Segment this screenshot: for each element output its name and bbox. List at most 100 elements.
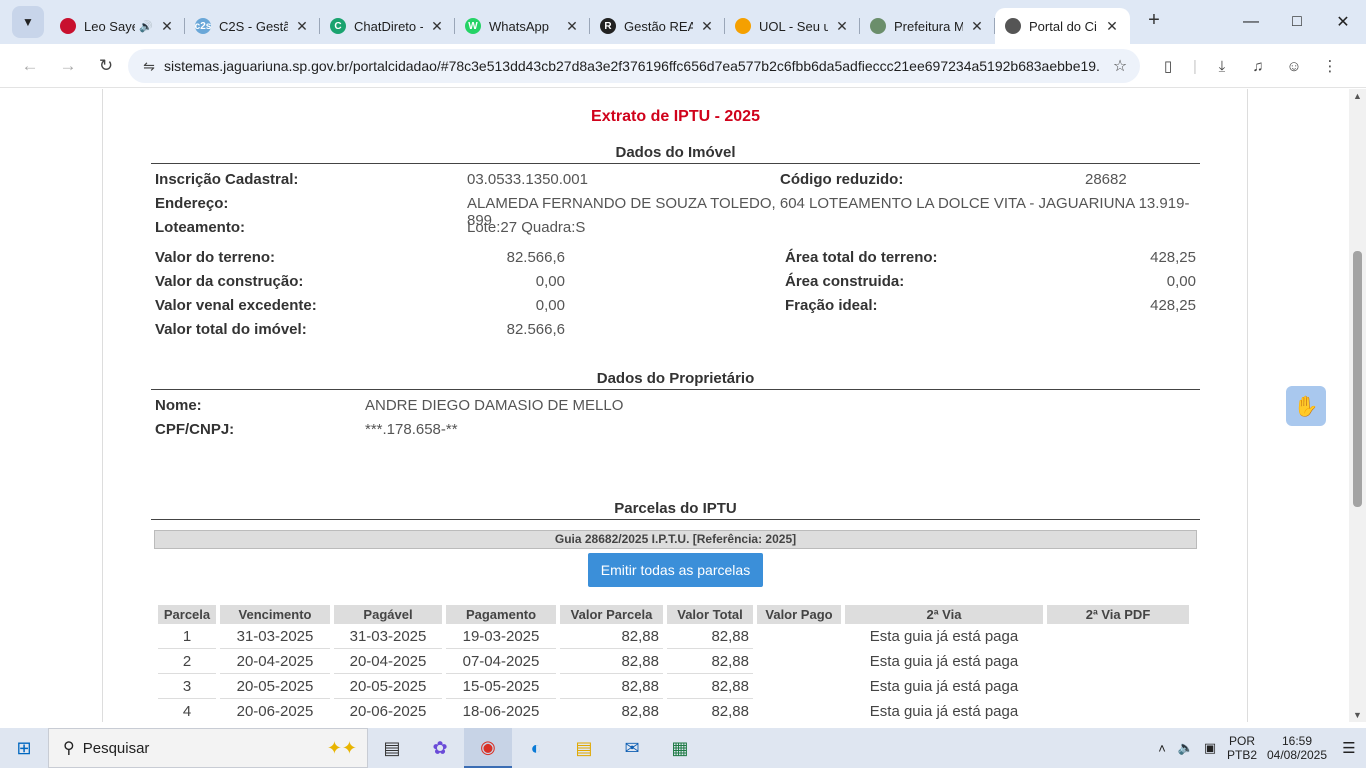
notification-icon[interactable]: ☰	[1332, 739, 1366, 757]
profile-icon[interactable]: ☺	[1276, 48, 1312, 84]
volume-icon[interactable]: 🔈	[1174, 740, 1198, 756]
taskbar-apps: ▤ ✿ ◉ ◐ ▤ ✉ ▦	[368, 728, 704, 768]
page-title: Extrato de IPTU - 2025	[591, 108, 760, 125]
tab-title: Leo Saye	[84, 18, 136, 34]
language-indicator[interactable]: POR PTB2	[1222, 734, 1262, 762]
tab-search-button[interactable]: ▼	[12, 6, 44, 38]
tab-close-icon[interactable]: ✕	[564, 18, 580, 35]
download-icon[interactable]: ⤓	[1204, 48, 1240, 84]
maximize-button[interactable]: □	[1274, 0, 1320, 44]
table-header-cell: 2ª Via	[845, 605, 1043, 624]
area-terreno-label: Área total do terreno:	[785, 249, 938, 266]
cell-valor-parcela: 82,88	[560, 624, 663, 649]
tab-close-icon[interactable]: ✕	[699, 18, 715, 35]
accessibility-hand-icon[interactable]: ✋	[1286, 386, 1326, 426]
scroll-up-icon[interactable]: ▲	[1353, 91, 1362, 101]
cpf-label: CPF/CNPJ:	[155, 421, 235, 438]
browser-tab[interactable]: R Gestão REAL ✕	[590, 8, 725, 44]
cell-pagavel: 31-03-2025	[334, 624, 442, 649]
minimize-button[interactable]: —	[1228, 0, 1274, 44]
tab-favicon-icon: C	[330, 18, 346, 34]
browser-tab[interactable]: c2s C2S - Gestão ✕	[185, 8, 320, 44]
close-window-button[interactable]: ✕	[1320, 0, 1366, 44]
valor-venal-value: 0,00	[535, 297, 565, 314]
chevron-up-icon[interactable]: ˄	[1150, 741, 1174, 756]
cell-parcela: 2	[158, 649, 216, 674]
browser-tab[interactable]: C ChatDireto - ✕	[320, 8, 455, 44]
windows-taskbar: ⊞ ⚲ Pesquisar ✦✦ ▤ ✿ ◉ ◐ ▤ ✉ ▦ ˄ 🔈 ▣ POR…	[0, 728, 1366, 768]
nome-label: Nome:	[155, 397, 202, 414]
cpf-value: ***.178.658-**	[365, 421, 458, 438]
row-inscricao: Inscrição Cadastral: 03.0533.1350.001 Có…	[151, 168, 1200, 192]
speaker-icon[interactable]: 🔊	[139, 20, 153, 33]
search-icon: ⚲	[63, 740, 75, 757]
copilot-icon[interactable]: ✿	[416, 728, 464, 768]
cell-valor-parcela: 82,88	[560, 649, 663, 674]
table-header-cell: Pagável	[334, 605, 442, 624]
valor-terreno-value: 82.566,6	[506, 249, 565, 266]
toolbar-divider: |	[1193, 57, 1197, 75]
emit-all-parcels-button[interactable]: Emitir todas as parcelas	[588, 553, 763, 587]
edge-icon[interactable]: ◐	[512, 728, 560, 768]
tab-title: ChatDireto -	[354, 18, 423, 34]
forward-button[interactable]: →	[50, 48, 86, 84]
taskbar-search[interactable]: ⚲ Pesquisar ✦✦	[48, 728, 368, 768]
browser-tab[interactable]: Portal do Ci ✕	[995, 8, 1130, 44]
extensions-icon[interactable]: ▯	[1150, 48, 1186, 84]
reload-button[interactable]: ↻	[88, 48, 124, 84]
browser-tab[interactable]: W WhatsApp ✕	[455, 8, 590, 44]
table-header-cell: Vencimento	[220, 605, 330, 624]
chrome-icon[interactable]: ◉	[464, 728, 512, 768]
cell-vencimento: 31-03-2025	[220, 624, 330, 649]
outlook-icon[interactable]: ✉	[608, 728, 656, 768]
browser-toolbar: ← → ↻ ⇋ sistemas.jaguariuna.sp.gov.br/po…	[0, 44, 1366, 88]
page-scrollbar[interactable]: ▲ ▼	[1349, 89, 1366, 722]
toolbar-actions: ▯ | ⤓ ♫ ☺ ⋮	[1150, 48, 1348, 84]
new-tab-button[interactable]: +	[1140, 6, 1168, 34]
tab-close-icon[interactable]: ✕	[969, 18, 985, 35]
cell-via: Esta guia já está paga	[869, 703, 1019, 720]
tab-close-icon[interactable]: ✕	[834, 18, 850, 35]
loteamento-value: Lote:27 Quadra:S	[467, 219, 586, 236]
browser-tab[interactable]: UOL - Seu u ✕	[725, 8, 860, 44]
lang-line-2: PTB2	[1226, 748, 1257, 762]
clock-time: 16:59	[1281, 734, 1313, 748]
url-text[interactable]: sistemas.jaguariuna.sp.gov.br/portalcida…	[164, 58, 1100, 74]
scroll-down-icon[interactable]: ▼	[1353, 710, 1362, 720]
codigo-value: 28682	[1085, 171, 1127, 188]
back-button[interactable]: ←	[12, 48, 48, 84]
codigo-label: Código reduzido:	[780, 171, 904, 188]
address-bar[interactable]: ⇋ sistemas.jaguariuna.sp.gov.br/portalci…	[128, 49, 1140, 83]
site-info-icon[interactable]: ⇋	[134, 58, 164, 75]
bookmark-star-icon[interactable]: ☆	[1100, 56, 1140, 76]
table-header-row: Parcela Vencimento Pagável Pagamento Valor P…	[158, 605, 1189, 624]
excel-icon[interactable]: ▦	[656, 728, 704, 768]
cell-valor-pago	[757, 649, 841, 674]
tab-favicon-icon: W	[465, 18, 481, 34]
menu-icon[interactable]: ⋮	[1312, 48, 1348, 84]
tab-close-icon[interactable]: ✕	[1104, 18, 1120, 35]
cell-vencimento: 20-06-2025	[220, 699, 330, 722]
network-icon[interactable]: ▣	[1198, 740, 1222, 756]
cell-pagamento: 15-05-2025	[446, 674, 556, 699]
tab-close-icon[interactable]: ✕	[159, 18, 175, 35]
cell-via: Esta guia já está paga	[869, 653, 1019, 670]
scrollbar-thumb[interactable]	[1353, 251, 1362, 507]
table-row: 4 20-06-2025 20-06-2025 18-06-2025 82,88 82,8…	[158, 699, 1189, 722]
tab-favicon-icon: c2s	[195, 18, 211, 34]
browser-tab[interactable]: Prefeitura M ✕	[860, 8, 995, 44]
cell-pagavel: 20-05-2025	[334, 674, 442, 699]
tab-close-icon[interactable]: ✕	[294, 18, 310, 35]
tab-title: Prefeitura M	[894, 18, 963, 34]
row-valor-terreno: Valor do terreno: 82.566,6 Área total do…	[151, 246, 1200, 270]
tab-title: UOL - Seu u	[759, 18, 828, 34]
file-explorer-icon[interactable]: ▤	[560, 728, 608, 768]
clock[interactable]: 16:59 04/08/2025	[1262, 734, 1332, 762]
browser-tab[interactable]: Leo Saye 🔊 ✕	[50, 8, 185, 44]
tab-close-icon[interactable]: ✕	[429, 18, 445, 35]
table-header-cell: Parcela	[158, 605, 216, 624]
section-heading-proprietario: Dados do Proprietário	[151, 370, 1200, 390]
start-button[interactable]: ⊞	[0, 728, 48, 768]
media-control-icon[interactable]: ♫	[1240, 48, 1276, 84]
task-view-icon[interactable]: ▤	[368, 728, 416, 768]
